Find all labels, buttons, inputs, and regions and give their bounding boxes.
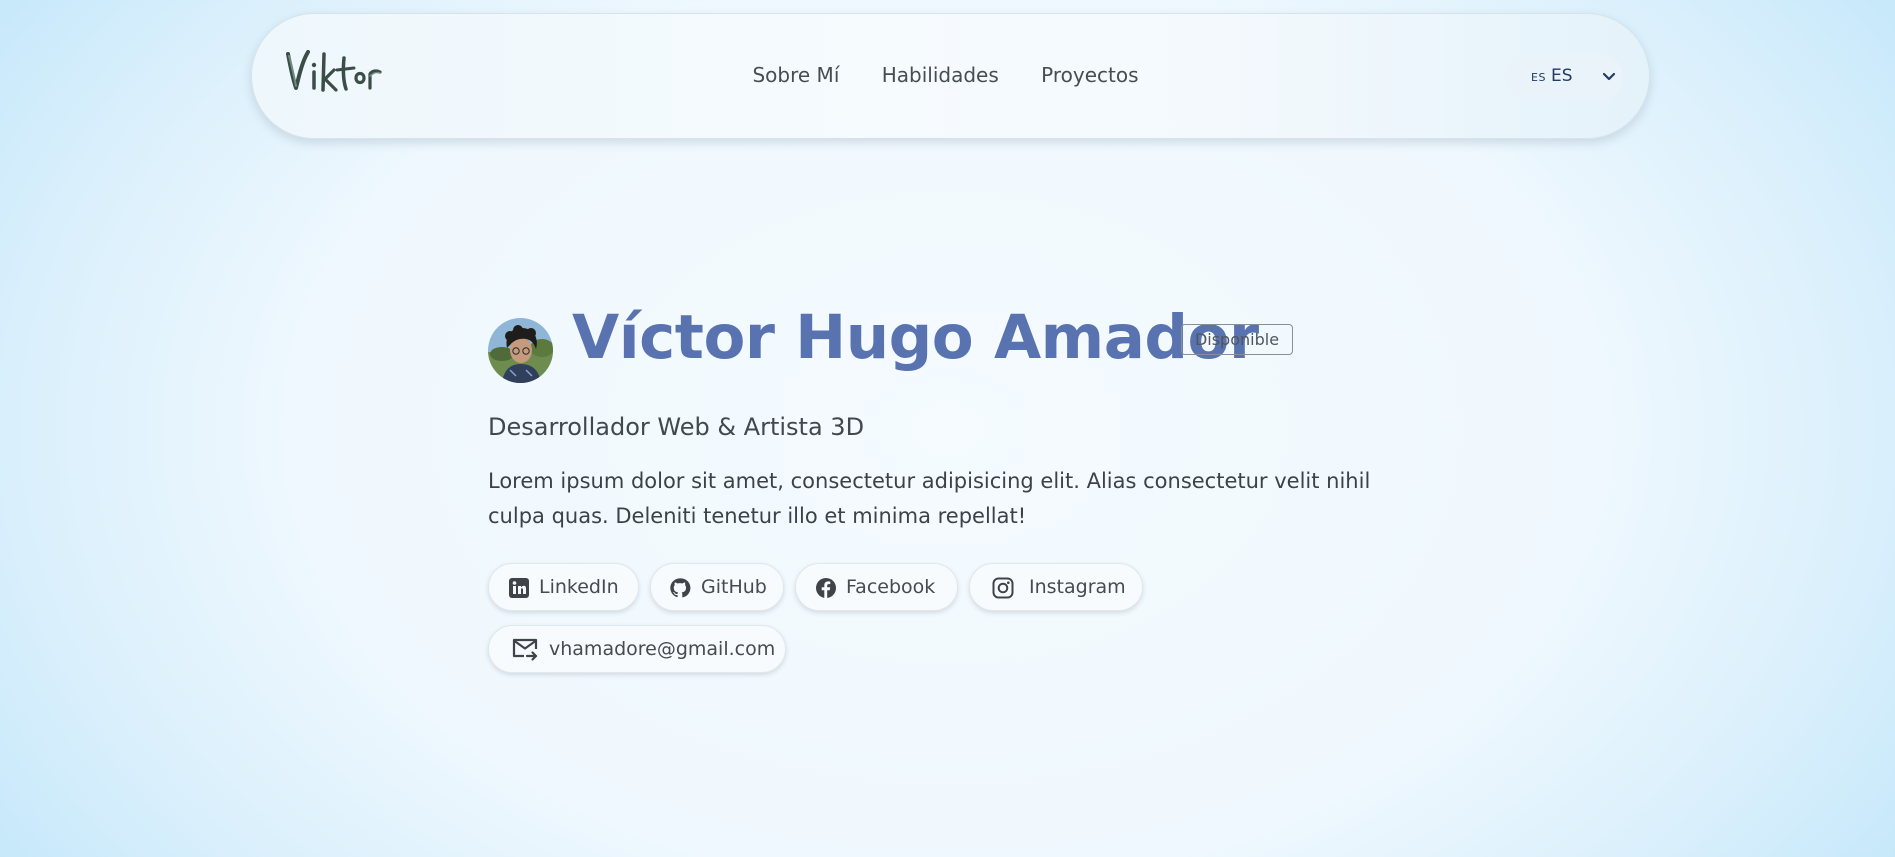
hero-role: Desarrollador Web & Artista 3D xyxy=(488,413,865,441)
linkedin-label: LinkedIn xyxy=(539,576,619,598)
nav-sobre-mi[interactable]: Sobre Mí xyxy=(752,63,839,87)
facebook-icon xyxy=(816,578,836,598)
nav-habilidades[interactable]: Habilidades xyxy=(882,63,999,87)
instagram-icon xyxy=(992,577,1014,599)
github-button[interactable]: GitHub xyxy=(650,563,784,611)
linkedin-button[interactable]: LinkedIn xyxy=(488,563,639,611)
email-label: vhamadore@gmail.com xyxy=(549,638,776,660)
github-label: GitHub xyxy=(701,576,767,598)
mail-send-icon xyxy=(512,638,538,661)
language-code: ES xyxy=(1551,66,1573,86)
linkedin-icon xyxy=(509,578,529,598)
main-nav: Sobre Mí Habilidades Proyectos xyxy=(252,62,1649,88)
language-select[interactable]: ES ES xyxy=(1505,54,1623,100)
facebook-button[interactable]: Facebook xyxy=(795,563,958,611)
hero-name: Víctor Hugo Amador xyxy=(572,302,1259,373)
email-button[interactable]: vhamadore@gmail.com xyxy=(488,625,786,673)
facebook-label: Facebook xyxy=(846,576,936,598)
instagram-button[interactable]: Instagram xyxy=(969,563,1143,611)
site-header: Sobre Mí Habilidades Proyectos ES ES xyxy=(251,13,1650,139)
instagram-label: Instagram xyxy=(1029,576,1126,598)
nav-proyectos[interactable]: Proyectos xyxy=(1041,63,1138,87)
flag-es-icon: ES xyxy=(1531,71,1546,84)
hero-description: Lorem ipsum dolor sit amet, consectetur … xyxy=(488,469,1371,528)
status-badge: Disponible xyxy=(1181,324,1293,355)
avatar-photo xyxy=(488,318,553,383)
chevron-down-icon xyxy=(1602,72,1616,81)
avatar xyxy=(488,318,553,383)
github-icon xyxy=(670,578,691,598)
